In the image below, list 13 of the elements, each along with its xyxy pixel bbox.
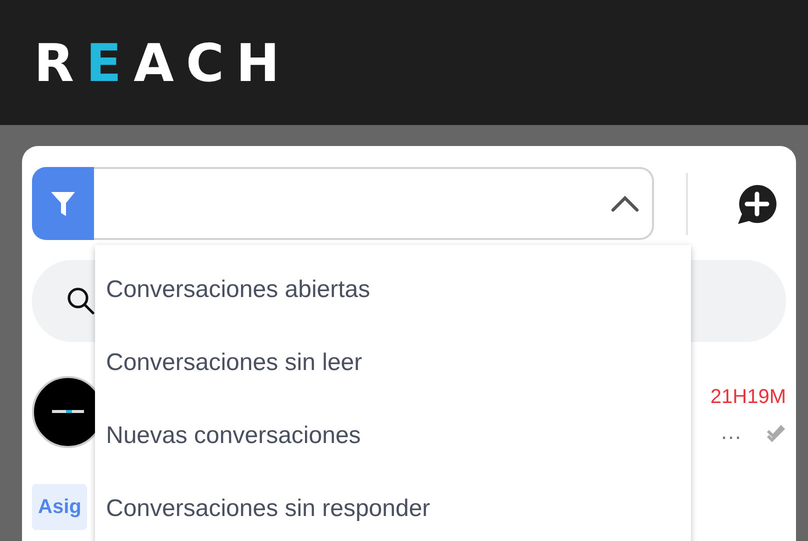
search-icon xyxy=(66,286,96,316)
filter-icon xyxy=(50,190,76,218)
assignment-tag: Asig xyxy=(32,484,88,530)
conversation-time: 21H19M xyxy=(710,385,786,410)
filter-button[interactable] xyxy=(32,167,94,240)
filter-option[interactable]: Conversaciones abiertas xyxy=(95,253,691,326)
reach-logo: R E ACH xyxy=(34,38,292,90)
message-preview: … xyxy=(720,421,742,443)
filter-option[interactable]: Conversaciones sin leer xyxy=(95,326,691,399)
new-chat-icon[interactable] xyxy=(736,182,778,224)
caret-icon xyxy=(610,194,640,212)
filter-option[interactable]: Nuevas conversaciones xyxy=(95,399,691,472)
filter-option[interactable]: Conversaciones sin responder xyxy=(95,472,691,541)
